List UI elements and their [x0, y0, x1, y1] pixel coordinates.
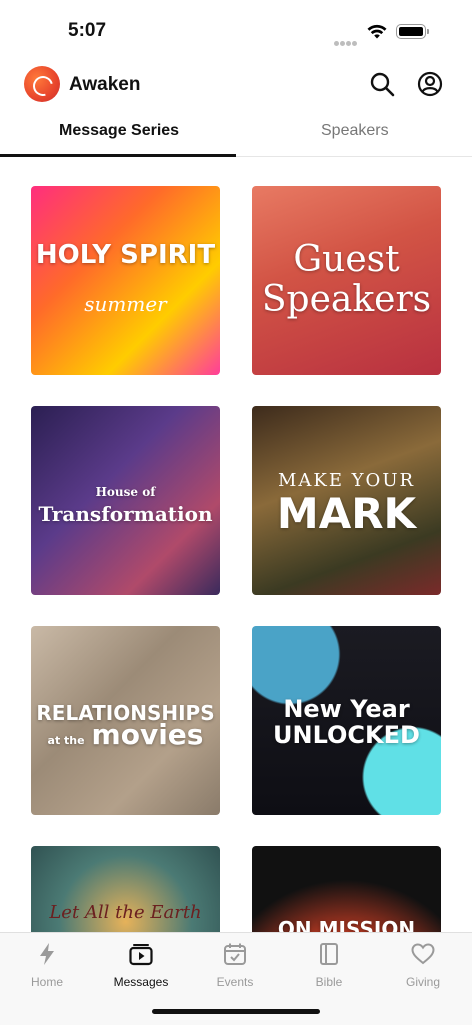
tab-speakers[interactable]: Speakers [321, 122, 389, 140]
series-title-sub: UNLOCKED [273, 721, 420, 749]
series-title: Transformation [38, 502, 213, 526]
series-card-house-of-transformation[interactable]: House of Transformation [31, 406, 220, 595]
signal-dots-icon [334, 33, 360, 46]
series-card-guest-speakers[interactable]: Guest Speakers [252, 186, 441, 375]
nav-bible[interactable]: Bible [282, 941, 376, 989]
series-card-new-year-unlocked[interactable]: New Year UNLOCKED [252, 626, 441, 815]
series-card-relationships-at-the-movies[interactable]: RELATIONSHIPS at the movies [31, 626, 220, 815]
series-title-block: House of Transformation [31, 481, 220, 525]
series-title-small: House of [95, 485, 156, 499]
calendar-icon [224, 943, 246, 965]
nav-label: Messages [113, 975, 169, 989]
home-indicator [152, 1009, 320, 1014]
nav-home[interactable]: Home [0, 941, 94, 989]
nav-label: Home [30, 975, 63, 989]
status-bar: 5:07 [0, 0, 472, 60]
app-header: Awaken [0, 62, 472, 106]
series-title-small: at the [47, 734, 85, 747]
nav-events[interactable]: Events [188, 941, 282, 989]
tab-message-series[interactable]: Message Series [59, 122, 179, 140]
tab-bar: Message Series Speakers [0, 114, 472, 157]
video-icon [129, 944, 153, 966]
series-card-make-your-mark[interactable]: MAKE YOUR MARK [252, 406, 441, 595]
series-title: Guest Speakers [261, 239, 432, 320]
series-title: HOLY SPIRIT [35, 240, 216, 270]
nav-label: Events [216, 975, 254, 989]
lightning-icon [40, 943, 54, 965]
battery-icon [396, 24, 429, 39]
book-icon [320, 943, 338, 965]
search-icon[interactable] [368, 70, 396, 98]
series-subtitle: summer [84, 292, 167, 316]
profile-icon[interactable] [416, 70, 444, 98]
tab-active-indicator [0, 154, 236, 157]
app-logo [24, 66, 60, 102]
status-time: 5:07 [68, 20, 107, 41]
heart-icon [411, 943, 435, 965]
series-title: MARK [276, 489, 417, 538]
series-grid: HOLY SPIRIT summer Guest Speakers House … [31, 186, 441, 932]
series-card-on-mission[interactable]: ON MISSION [252, 846, 441, 932]
series-title: ON MISSION [277, 917, 416, 932]
series-title-block: New Year UNLOCKED [252, 696, 441, 748]
series-card-let-all-the-earth[interactable]: Let All the Earth [31, 846, 220, 932]
series-title-big: movies [91, 718, 204, 751]
wifi-icon [367, 24, 387, 39]
series-title: Let All the Earth [49, 902, 202, 923]
app-name: Awaken [69, 74, 141, 95]
nav-giving[interactable]: Giving [376, 941, 470, 989]
nav-label: Bible [315, 975, 343, 989]
series-title: New Year [283, 695, 410, 723]
nav-label: Giving [405, 975, 440, 989]
series-title-block: RELATIONSHIPS at the movies [31, 702, 220, 752]
series-card-holy-spirit-summer[interactable]: HOLY SPIRIT summer [31, 186, 220, 375]
nav-messages[interactable]: Messages [94, 941, 188, 989]
series-title-pre: MAKE YOUR [277, 470, 416, 491]
